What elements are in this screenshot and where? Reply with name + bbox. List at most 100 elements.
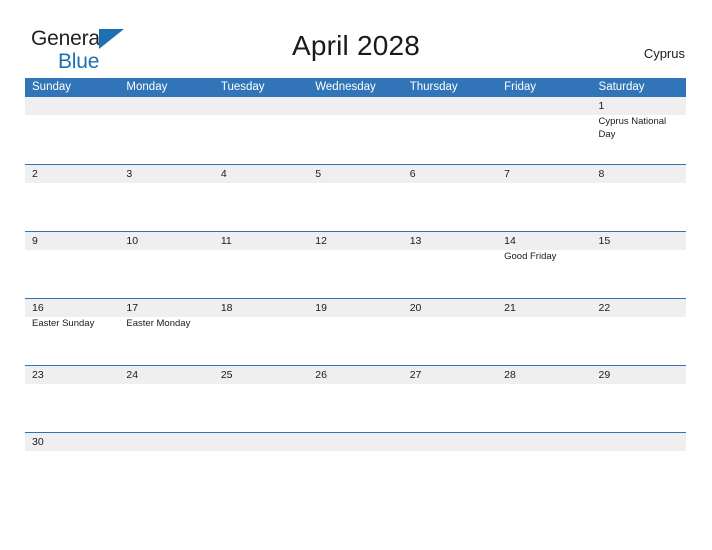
day-number-band xyxy=(591,97,686,115)
weekday-header-wednesday: Wednesday xyxy=(315,81,376,93)
calendar-day-cell[interactable]: 19 xyxy=(308,299,403,365)
calendar-day-cell-empty[interactable] xyxy=(213,433,309,452)
calendar-day-cell[interactable]: 9 xyxy=(25,232,120,298)
calendar-day-cell-empty[interactable] xyxy=(497,97,592,164)
calendar-day-cell[interactable]: 17 Easter Monday xyxy=(119,299,214,365)
day-number-band xyxy=(591,433,686,451)
calendar-day-cell[interactable]: 30 xyxy=(25,433,120,452)
calendar-day-cell[interactable]: 29 xyxy=(591,366,686,432)
day-number: 1 xyxy=(598,100,605,112)
calendar-day-cell[interactable]: 24 xyxy=(119,366,214,432)
calendar-day-cell[interactable]: 27 xyxy=(402,366,498,432)
calendar-day-cell-empty[interactable] xyxy=(402,433,498,452)
day-number-band xyxy=(213,97,309,115)
page-title: April 2028 xyxy=(291,30,421,61)
day-number: 5 xyxy=(315,168,322,180)
weekday-header-friday: Friday xyxy=(504,81,537,93)
country-label: Cyprus xyxy=(643,46,685,61)
day-number-band xyxy=(119,165,214,183)
day-number: 13 xyxy=(409,235,422,247)
calendar-day-cell[interactable]: 6 xyxy=(402,165,498,231)
day-number: 4 xyxy=(220,168,227,180)
calendar-week-row: 16 Easter Sunday 17 Easter Monday 18 19 20 21 22 xyxy=(25,298,686,365)
weekday-header-thursday: Thursday xyxy=(409,81,458,93)
day-number: 16 xyxy=(32,302,44,314)
day-number-band xyxy=(591,165,686,183)
day-number-band xyxy=(213,165,309,183)
calendar-day-cell[interactable]: 3 xyxy=(119,165,214,231)
calendar-event: Easter Sunday xyxy=(32,318,95,329)
calendar-day-cell[interactable]: 23 xyxy=(25,366,120,432)
day-events: Easter Sunday xyxy=(32,318,118,331)
calendar-day-cell-empty[interactable] xyxy=(591,433,686,452)
calendar-day-cell[interactable]: 20 xyxy=(402,299,498,365)
day-number: 23 xyxy=(32,369,44,381)
day-number: 15 xyxy=(598,235,611,247)
calendar-day-cell[interactable]: 18 xyxy=(213,299,309,365)
day-number-band xyxy=(308,165,403,183)
calendar-day-cell[interactable]: 26 xyxy=(308,366,403,432)
day-number-band xyxy=(119,97,214,115)
calendar-day-cell[interactable]: 7 xyxy=(497,165,592,231)
calendar-day-cell[interactable]: 25 xyxy=(213,366,309,432)
day-number-band xyxy=(497,97,592,115)
calendar-week-row: 23 24 25 26 27 28 29 xyxy=(25,365,686,432)
calendar-day-cell[interactable]: 15 xyxy=(591,232,686,298)
day-number-band xyxy=(25,165,120,183)
calendar-event: Good Friday xyxy=(504,251,557,262)
day-number-band xyxy=(25,97,120,115)
day-number: 17 xyxy=(126,302,139,314)
day-events: Good Friday xyxy=(504,251,590,264)
calendar-day-cell[interactable]: 8 xyxy=(591,165,686,231)
calendar-day-cell-empty[interactable] xyxy=(497,433,592,452)
calendar-day-cell-empty[interactable] xyxy=(402,97,498,164)
day-number: 2 xyxy=(32,168,38,180)
calendar-day-cell-empty[interactable] xyxy=(308,97,403,164)
day-number-band xyxy=(402,433,498,451)
calendar-day-cell[interactable]: 13 xyxy=(402,232,498,298)
calendar-day-cell[interactable]: 11 xyxy=(213,232,309,298)
day-number-band xyxy=(308,97,403,115)
day-number-band xyxy=(402,165,498,183)
day-number: 18 xyxy=(220,302,233,314)
calendar-day-cell[interactable]: 10 xyxy=(119,232,214,298)
day-number: 3 xyxy=(126,168,133,180)
day-number: 9 xyxy=(32,235,38,247)
day-number: 14 xyxy=(504,235,516,247)
calendar-day-cell[interactable]: 22 xyxy=(591,299,686,365)
calendar-day-cell[interactable]: 1 Cyprus National Day xyxy=(591,97,686,164)
calendar-day-cell[interactable]: 14 Good Friday xyxy=(497,232,592,298)
day-number-band xyxy=(497,165,592,183)
calendar-day-cell[interactable]: 28 xyxy=(497,366,592,432)
calendar-day-cell[interactable]: 16 Easter Sunday xyxy=(25,299,120,365)
day-number: 26 xyxy=(315,369,327,381)
calendar-event: Cyprus National Day xyxy=(598,116,667,140)
calendar-day-cell-empty[interactable] xyxy=(308,433,403,452)
calendar-day-cell-empty[interactable] xyxy=(119,433,214,452)
day-number: 24 xyxy=(126,369,139,381)
calendar-day-cell[interactable]: 12 xyxy=(308,232,403,298)
calendar-day-cell[interactable]: 2 xyxy=(25,165,120,231)
calendar-day-cell[interactable]: 4 xyxy=(213,165,309,231)
calendar-weeks: 1 Cyprus National Day 2 3 4 5 6 7 8 9 10 11 12 13 14 Go… xyxy=(25,97,686,452)
day-number: 27 xyxy=(409,369,422,381)
day-number: 7 xyxy=(504,168,510,180)
calendar-day-cell-empty[interactable] xyxy=(213,97,309,164)
weekday-header-monday: Monday xyxy=(126,81,168,93)
day-number: 12 xyxy=(315,235,327,247)
calendar-day-cell-empty[interactable] xyxy=(25,97,120,164)
calendar-day-cell[interactable]: 5 xyxy=(308,165,403,231)
day-events: Easter Monday xyxy=(126,318,212,331)
page-header: General Blue April 2028 Cyprus xyxy=(0,0,712,78)
calendar-day-cell[interactable]: 21 xyxy=(497,299,592,365)
day-number: 30 xyxy=(32,436,44,448)
day-number: 29 xyxy=(598,369,611,381)
day-number: 6 xyxy=(409,168,416,180)
day-number-band xyxy=(119,433,214,451)
day-number-band xyxy=(402,97,498,115)
day-number: 11 xyxy=(220,235,232,247)
day-number: 28 xyxy=(504,369,516,381)
calendar-day-cell-empty[interactable] xyxy=(119,97,214,164)
day-number: 21 xyxy=(504,302,516,314)
weekday-header-tuesday: Tuesday xyxy=(220,81,265,93)
